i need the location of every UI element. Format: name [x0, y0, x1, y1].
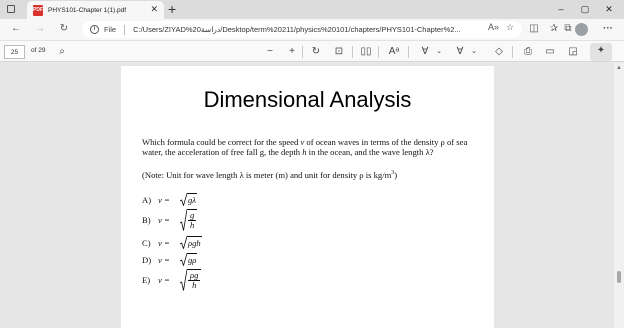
navigation-bar: ← → ↻ i File C:/Users/ZIYAD%20دراسة/Desk… [0, 19, 624, 40]
option-d: D) v = gρ [142, 253, 198, 266]
tab-title: PHYS101-Chapter 1(1).pdf [48, 6, 127, 14]
favorite-star-icon[interactable]: ☆ [506, 22, 514, 33]
more-icon[interactable]: ··· [600, 22, 616, 36]
toolbar-divider [512, 46, 513, 58]
zoom-out-icon[interactable]: − [263, 45, 277, 59]
print-icon[interactable]: ⎙ [521, 45, 535, 59]
eraser-icon[interactable]: ◇ [492, 45, 506, 59]
read-aloud-icon[interactable]: A» [488, 22, 499, 33]
collections-icon[interactable]: ⧉ [560, 22, 576, 36]
pin-toolbar-button[interactable]: ✦ [590, 43, 612, 61]
page-total: of 29 [31, 47, 46, 54]
save-icon[interactable]: ▭ [543, 45, 557, 59]
draw-dropdown-icon[interactable]: ⌄ [432, 45, 446, 59]
minimize-button[interactable]: – [552, 2, 570, 16]
info-icon[interactable]: i [90, 25, 99, 34]
forward-arrow-icon[interactable]: → [32, 22, 48, 36]
profile-avatar[interactable] [575, 23, 588, 36]
toolbar-divider [352, 46, 353, 58]
highlight-icon[interactable]: ∀ [453, 45, 467, 59]
save-as-icon[interactable]: ◲ [566, 45, 580, 59]
scheme-label: File [104, 25, 117, 34]
rotate-icon[interactable]: ↻ [309, 45, 323, 59]
page-number-input[interactable] [4, 45, 25, 59]
address-divider [124, 24, 126, 35]
scroll-up-icon[interactable]: ▲ [616, 65, 622, 71]
new-tab-button[interactable]: + [168, 1, 176, 17]
fit-page-icon[interactable]: ⊡ [332, 45, 346, 59]
close-window-button[interactable]: ✕ [600, 2, 618, 16]
tab-close-icon[interactable]: ✕ [150, 5, 158, 14]
toolbar-divider [378, 46, 379, 58]
pdf-toolbar: of 29 ⌕ − + ↻ ⊡ ▯▯ Aᵃ ∀ ⌄ ∀ ⌄ ◇ ⎙ ▭ ◲ ✦ [0, 40, 624, 62]
vertical-scrollbar[interactable]: ▲ [614, 63, 624, 328]
text-size-icon[interactable]: Aᵃ [387, 45, 401, 59]
pin-icon: ✦ [596, 45, 606, 56]
toolbar-divider [302, 46, 303, 58]
page-view-icon[interactable]: ▯▯ [359, 45, 373, 59]
highlight-dropdown-icon[interactable]: ⌄ [467, 45, 481, 59]
option-b: B) v = gh [142, 209, 198, 231]
toolbar-divider [408, 46, 409, 58]
pdf-page: Dimensional Analysis Which formula could… [121, 66, 494, 328]
option-c: C) v = ρgh [142, 236, 202, 249]
refresh-icon[interactable]: ↻ [56, 22, 72, 36]
zoom-in-icon[interactable]: + [285, 45, 299, 59]
draw-icon[interactable]: ∀ [418, 45, 432, 59]
tab-actions-icon[interactable] [7, 5, 15, 13]
scroll-thumb[interactable] [617, 271, 621, 283]
address-bar[interactable]: i File C:/Users/ZIYAD%20دراسة/Desktop/te… [82, 21, 522, 38]
maximize-button[interactable]: ▢ [576, 2, 594, 16]
pdf-file-icon: PDF [33, 4, 43, 16]
url-text[interactable]: C:/Users/ZIYAD%20دراسة/Desktop/term%2021… [133, 25, 473, 34]
option-e: E) v = ρg h [142, 269, 202, 291]
note-text: (Note: Unit for wave length λ is meter (… [142, 169, 398, 180]
tab-pdf[interactable]: PDF PHYS101-Chapter 1(1).pdf ✕ [27, 1, 164, 19]
search-icon[interactable]: ⌕ [55, 45, 69, 59]
page-title: Dimensional Analysis [203, 87, 412, 112]
back-arrow-icon[interactable]: ← [8, 22, 24, 36]
tab-strip: PDF PHYS101-Chapter 1(1).pdf ✕ + – ▢ ✕ [0, 0, 624, 19]
split-screen-icon[interactable]: ◫ [526, 22, 542, 36]
question-text: Which formula could be correct for the s… [142, 137, 468, 158]
option-a: A) v = gλ [142, 193, 198, 206]
